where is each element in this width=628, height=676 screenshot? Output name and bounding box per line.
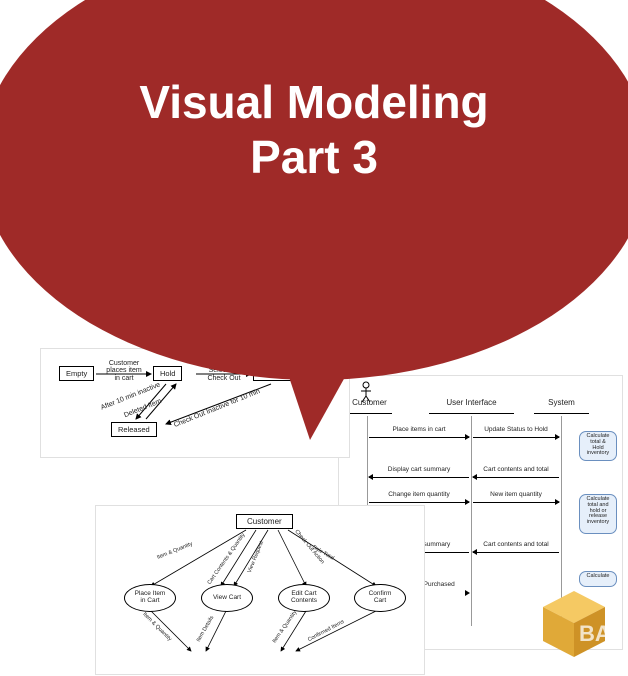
seq-msg-4: Change item quantity <box>369 491 469 503</box>
seq-msg-7: Cart contents and total <box>473 541 559 553</box>
title-line-1: Visual Modeling <box>139 76 488 128</box>
dfd-flow-7: Item & Quantity <box>272 610 299 644</box>
seq-msg-3: Cart contents and total <box>473 466 559 478</box>
seq-msg-5: New item quantity <box>473 491 559 503</box>
dfd-process-2: Edit CartContents <box>278 584 330 612</box>
dfd-flow-8: Confirmed Items <box>307 619 345 643</box>
title-line-2: Part 3 <box>250 131 378 183</box>
dfd-flow-1: Cart Contents & Quantity <box>207 532 247 586</box>
seq-activity-1: Calculatetotal andhold orreleaseinventor… <box>579 494 617 534</box>
seq-msg-2: Display cart summary <box>369 466 469 478</box>
seq-msg-1: Update Status to Hold <box>473 426 559 438</box>
dfd-external-customer: Customer <box>236 514 293 529</box>
data-flow-diagram: Customer Place Itemin Cart View Cart Edi… <box>95 505 425 675</box>
dfd-process-0: Place Itemin Cart <box>124 584 176 612</box>
dfd-flow-6: Item Details <box>196 615 216 643</box>
cube-logo-icon: BA <box>535 585 613 663</box>
transition-empty-hold: Customerplaces itemin cart <box>99 360 149 382</box>
state-hold: Hold <box>153 366 182 381</box>
page-title: Visual Modeling Part 3 <box>0 75 628 185</box>
lifeline-ui <box>471 416 472 626</box>
seq-msg-0: Place items in cart <box>369 426 469 438</box>
state-released: Released <box>111 422 157 437</box>
dfd-flow-5: Item & Quantity <box>141 611 172 642</box>
dfd-process-1: View Cart <box>201 584 253 612</box>
seq-activity-0: Calculatetotal &Holdinventory <box>579 431 617 461</box>
dfd-flow-3: Check Out Action <box>293 529 325 565</box>
dfd-flow-2: View Request <box>247 540 265 574</box>
state-empty: Empty <box>59 366 94 381</box>
dfd-process-3: ConfirmCart <box>354 584 406 612</box>
speech-bubble-shape <box>0 0 628 380</box>
transition-checkout-inactive: Check Out Inactive for 10 min <box>173 388 261 429</box>
lane-system: System <box>534 386 589 414</box>
dfd-flow-0: Item & Quantity <box>156 541 193 561</box>
cube-letters: BA <box>579 621 611 646</box>
lane-ui: User Interface <box>429 386 514 414</box>
